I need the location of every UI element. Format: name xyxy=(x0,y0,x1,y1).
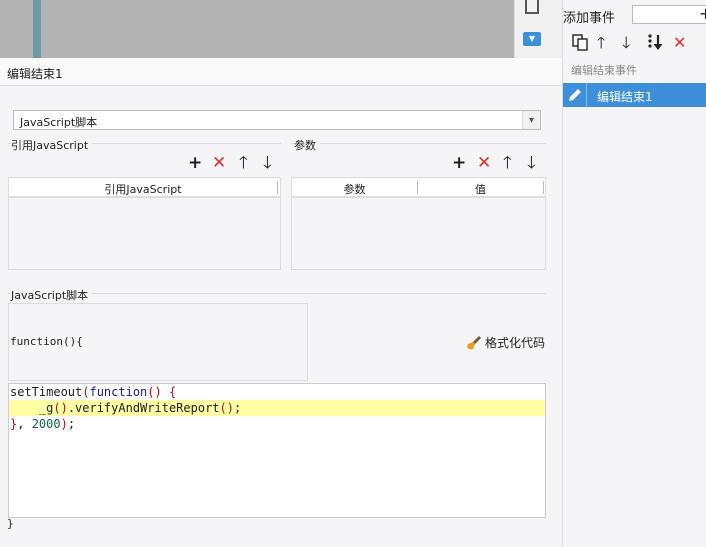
column-separator xyxy=(277,181,278,194)
delete-ref-js-button[interactable]: ✕ xyxy=(212,154,226,172)
move-bottom-icon[interactable] xyxy=(647,33,665,58)
delete-param-button[interactable]: ✕ xyxy=(477,154,491,172)
script-section-label: JavaScript脚本 xyxy=(11,287,93,303)
event-action-type-select[interactable]: JavaScript脚本 ▾ xyxy=(13,110,541,130)
function-open-text: function(){ xyxy=(10,335,83,348)
events-panel: 添加事件 + 🡑 🡓 ✕ 编辑结束事件 编辑结束1 xyxy=(562,0,706,547)
add-ref-js-button[interactable]: + xyxy=(188,154,202,172)
code-line: setTimeout(function() { xyxy=(10,385,177,399)
chevron-down-icon[interactable]: ▾ xyxy=(522,111,540,129)
ref-js-table: 引用JavaScript xyxy=(8,177,281,270)
ref-js-table-header: 引用JavaScript xyxy=(9,178,280,198)
params-section-label: 参数 xyxy=(294,137,320,153)
frame-icon[interactable] xyxy=(525,0,539,14)
pencil-icon xyxy=(563,83,587,107)
event-item-label: 编辑结束1 xyxy=(597,90,653,104)
dropdown-widget-icon[interactable]: ▼ xyxy=(523,32,541,46)
report-canvas-area xyxy=(0,0,514,58)
code-line: }, 2000); xyxy=(10,417,76,431)
move-up-param-button[interactable]: 🡑 xyxy=(503,154,512,172)
add-event-label: 添加事件 xyxy=(563,11,616,26)
plus-icon[interactable]: + xyxy=(699,4,706,23)
params-table: 参数 值 xyxy=(291,177,546,270)
event-type-select[interactable] xyxy=(632,5,706,24)
events-toolbar: 🡑 🡓 ✕ xyxy=(563,30,706,58)
add-param-button[interactable]: + xyxy=(452,154,466,172)
broom-icon xyxy=(467,335,481,349)
arrow-down-icon[interactable]: 🡓 xyxy=(622,33,630,53)
code-line: _g().verifyAndWriteReport(); xyxy=(9,400,545,416)
format-code-label: 格式化代码 xyxy=(485,336,546,350)
code-editor[interactable]: setTimeout(function() { _g().verifyAndWr… xyxy=(8,383,546,518)
canvas-column-strip xyxy=(33,0,41,58)
ref-js-column-header[interactable]: 引用JavaScript xyxy=(9,181,277,197)
ref-js-section-label: 引用JavaScript xyxy=(11,137,93,153)
event-list-item[interactable]: 编辑结束1 xyxy=(563,83,706,107)
param-value-column-header[interactable]: 值 xyxy=(418,181,543,197)
event-section-title: 编辑结束事件 xyxy=(571,64,637,77)
page-title: 编辑结束1 xyxy=(7,67,63,81)
arrow-up-icon[interactable]: 🡑 xyxy=(597,33,605,53)
move-up-ref-js-button[interactable]: 🡑 xyxy=(239,154,248,172)
move-down-param-button[interactable]: 🡓 xyxy=(527,154,536,172)
type-select-value: JavaScript脚本 xyxy=(20,116,98,129)
delete-icon[interactable]: ✕ xyxy=(673,33,686,53)
function-close-text: } xyxy=(7,517,14,530)
param-name-column-header[interactable]: 参数 xyxy=(292,181,417,197)
column-separator xyxy=(543,181,544,194)
canvas-tools: ▼ xyxy=(514,0,562,58)
form-header: 编辑结束1 xyxy=(0,58,562,86)
format-code-button[interactable]: 格式化代码 xyxy=(466,334,545,351)
params-table-header: 参数 值 xyxy=(292,178,545,198)
section-divider xyxy=(291,143,546,144)
move-down-ref-js-button[interactable]: 🡓 xyxy=(263,154,272,172)
copy-icon[interactable] xyxy=(571,33,589,56)
